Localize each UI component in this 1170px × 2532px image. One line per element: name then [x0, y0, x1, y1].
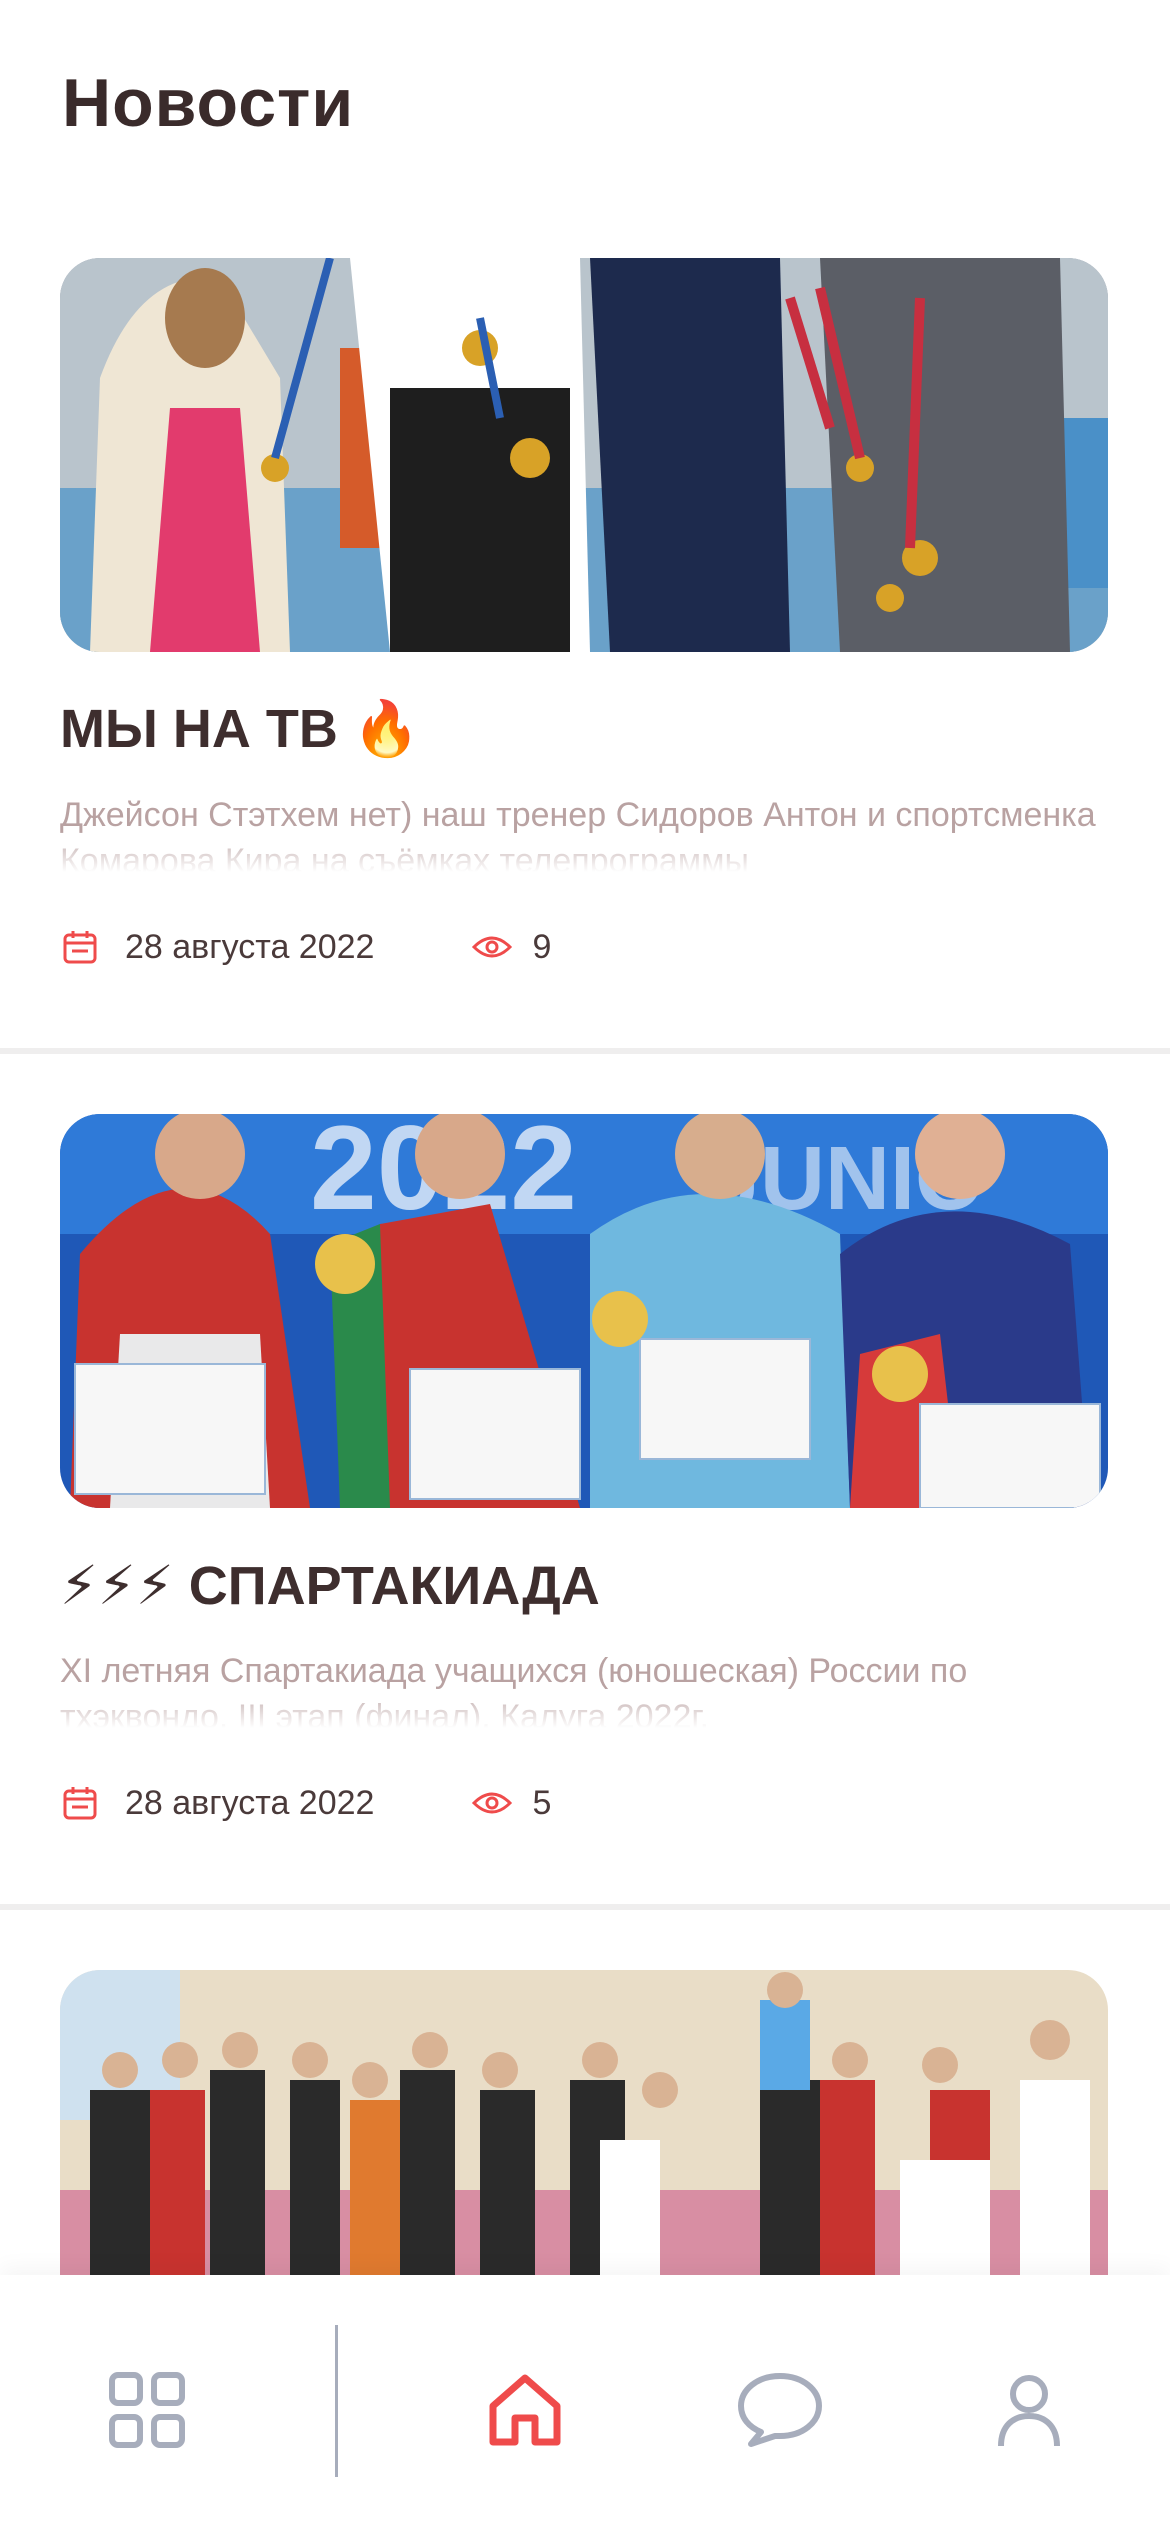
- news-title-text: МЫ НА ТВ: [60, 699, 338, 759]
- divider: [0, 1048, 1170, 1054]
- news-description: XI летняя Спартакиада учащихся (юношеска…: [60, 1648, 1110, 1728]
- fire-emoji: 🔥: [352, 699, 421, 759]
- news-photo-illustration: 2022 JUNIO: [60, 1114, 1108, 1508]
- news-description: Джейсон Стэтхем нет) наш тренер Сидоров …: [60, 792, 1110, 872]
- news-photo-illustration: [60, 258, 1108, 652]
- news-title[interactable]: МЫ НА ТВ 🔥: [60, 698, 420, 761]
- lightning-emoji: ⚡⚡⚡: [60, 1556, 174, 1616]
- divider: [0, 1904, 1170, 1910]
- news-meta: 28 августа 2022 9: [60, 922, 551, 972]
- grid-icon[interactable]: [92, 2355, 202, 2465]
- news-title[interactable]: ⚡⚡⚡ СПАРТАКИАДА: [60, 1554, 600, 1617]
- news-date: 28 августа 2022: [125, 1783, 375, 1822]
- eye-icon: [472, 927, 513, 967]
- eye-icon: [472, 1783, 513, 1823]
- calendar-icon: [60, 927, 100, 967]
- chat-icon[interactable]: [725, 2355, 835, 2465]
- news-views: 5: [532, 1783, 552, 1822]
- tab-divider: [335, 2325, 338, 2477]
- home-icon[interactable]: [470, 2355, 580, 2465]
- bottom-tab-bar: [0, 2275, 1170, 2532]
- calendar-icon: [60, 1783, 100, 1823]
- news-views: 9: [532, 927, 552, 966]
- news-meta: 28 августа 2022 5: [60, 1778, 551, 1828]
- news-image[interactable]: 2022 JUNIO: [60, 1114, 1108, 1508]
- news-image[interactable]: [60, 258, 1108, 652]
- news-date: 28 августа 2022: [125, 927, 375, 966]
- news-title-text: СПАРТАКИАДА: [188, 1556, 600, 1616]
- news-image[interactable]: [60, 1970, 1108, 2280]
- profile-icon[interactable]: [974, 2355, 1084, 2465]
- news-photo-illustration: [60, 1970, 1108, 2280]
- page-title: Новости: [62, 65, 355, 141]
